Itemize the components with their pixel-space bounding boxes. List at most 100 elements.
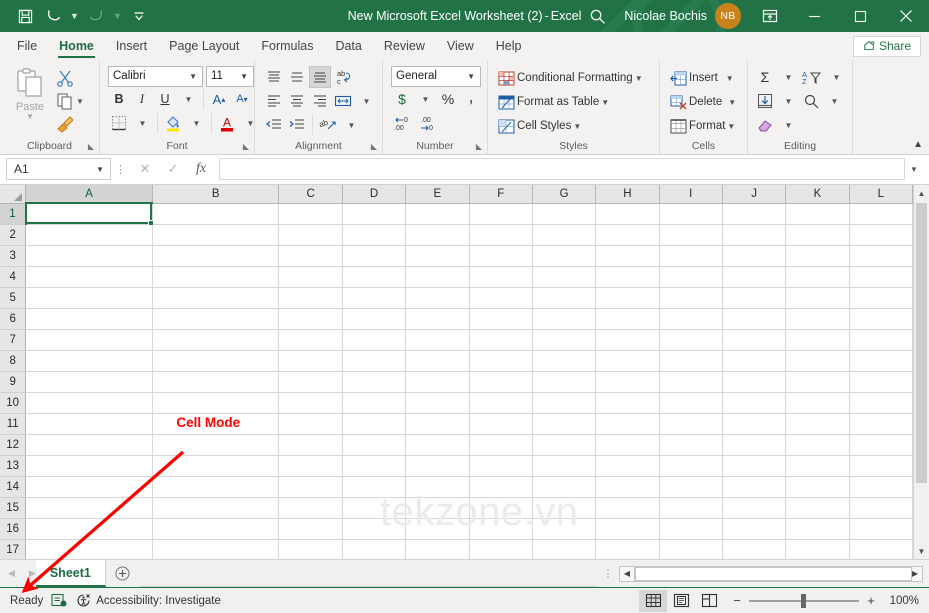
cell-H1[interactable] (596, 203, 659, 224)
cell-B12[interactable] (152, 434, 279, 455)
cell-C3[interactable] (279, 245, 342, 266)
cell-D5[interactable] (342, 287, 405, 308)
cell-A8[interactable] (26, 350, 153, 371)
sheet-scroll-area[interactable]: ABCDEFGHIJKL 1234567891011121314151617 t… (0, 185, 913, 559)
cell-E5[interactable] (406, 287, 469, 308)
row-header-11[interactable]: 11 (0, 413, 26, 434)
cell-A7[interactable] (26, 329, 153, 350)
cell-K8[interactable] (786, 350, 849, 371)
vertical-scroll-track[interactable] (914, 201, 929, 543)
cell-L9[interactable] (849, 371, 912, 392)
cell-I14[interactable] (659, 476, 722, 497)
cell-E7[interactable] (406, 329, 469, 350)
cell-B3[interactable] (152, 245, 279, 266)
cell-L8[interactable] (849, 350, 912, 371)
font-name-combo[interactable]: Calibri ▼ (108, 66, 203, 87)
cell-D15[interactable] (342, 497, 405, 518)
borders-button[interactable] (108, 112, 130, 134)
merge-dropdown[interactable]: ▼ (355, 90, 377, 112)
cell-F1[interactable] (469, 203, 532, 224)
number-dialog-launcher[interactable]: ◣ (476, 142, 482, 151)
cell-H11[interactable] (596, 413, 659, 434)
cell-B10[interactable] (152, 392, 279, 413)
increase-font-size-button[interactable]: A▴ (208, 88, 230, 110)
cell-D7[interactable] (342, 329, 405, 350)
cell-I2[interactable] (659, 224, 722, 245)
column-header-C[interactable]: C (279, 185, 342, 203)
cell-B6[interactable] (152, 308, 279, 329)
align-bottom-button[interactable] (309, 66, 331, 88)
copy-dropdown-caret[interactable]: ▼ (76, 97, 84, 106)
cell-K11[interactable] (786, 413, 849, 434)
cell-J12[interactable] (722, 434, 785, 455)
cell-D10[interactable] (342, 392, 405, 413)
cell-A10[interactable] (26, 392, 153, 413)
cell-J11[interactable] (722, 413, 785, 434)
percent-format-button[interactable]: % (437, 88, 459, 110)
cell-K15[interactable] (786, 497, 849, 518)
sort-filter-dropdown[interactable]: ▼ (825, 66, 847, 88)
cell-E13[interactable] (406, 455, 469, 476)
close-button[interactable] (883, 0, 929, 32)
cell-I12[interactable] (659, 434, 722, 455)
cell-G1[interactable] (532, 203, 595, 224)
search-button[interactable] (574, 8, 620, 25)
customize-qat-button[interactable] (126, 4, 152, 28)
cell-D9[interactable] (342, 371, 405, 392)
cell-J6[interactable] (722, 308, 785, 329)
cell-A14[interactable] (26, 476, 153, 497)
cell-L1[interactable] (849, 203, 912, 224)
column-header-A[interactable]: A (26, 185, 153, 203)
align-middle-button[interactable] (286, 66, 308, 88)
cell-C5[interactable] (279, 287, 342, 308)
cell-D11[interactable] (342, 413, 405, 434)
cell-E8[interactable] (406, 350, 469, 371)
cell-J4[interactable] (722, 266, 785, 287)
cell-E14[interactable] (406, 476, 469, 497)
paste-dropdown-caret[interactable]: ▼ (26, 113, 34, 120)
cell-K16[interactable] (786, 518, 849, 539)
cell-F14[interactable] (469, 476, 532, 497)
autosum-button[interactable]: Σ (754, 66, 776, 88)
cell-J13[interactable] (722, 455, 785, 476)
autosum-dropdown[interactable]: ▼ (777, 66, 799, 88)
fill-color-button[interactable] (162, 112, 184, 134)
cell-K12[interactable] (786, 434, 849, 455)
cell-F10[interactable] (469, 392, 532, 413)
cell-H6[interactable] (596, 308, 659, 329)
cell-I16[interactable] (659, 518, 722, 539)
cell-C8[interactable] (279, 350, 342, 371)
undo-dropdown[interactable]: ▼ (68, 4, 81, 28)
row-header-1[interactable]: 1 (0, 203, 26, 224)
align-center-button[interactable] (286, 90, 308, 112)
fill-button[interactable] (754, 90, 776, 112)
format-painter-button[interactable] (54, 113, 86, 135)
cell-J1[interactable] (722, 203, 785, 224)
cell-L5[interactable] (849, 287, 912, 308)
cell-F2[interactable] (469, 224, 532, 245)
tab-page-layout[interactable]: Page Layout (158, 32, 250, 60)
cell-G3[interactable] (532, 245, 595, 266)
cell-B15[interactable] (152, 497, 279, 518)
column-header-K[interactable]: K (786, 185, 849, 203)
cell-J8[interactable] (722, 350, 785, 371)
cell-L17[interactable] (849, 539, 912, 559)
cell-H13[interactable] (596, 455, 659, 476)
cell-A9[interactable] (26, 371, 153, 392)
cell-H3[interactable] (596, 245, 659, 266)
cell-D1[interactable] (342, 203, 405, 224)
cell-E1[interactable] (406, 203, 469, 224)
cell-D16[interactable] (342, 518, 405, 539)
cell-C9[interactable] (279, 371, 342, 392)
find-select-dropdown[interactable]: ▼ (823, 90, 845, 112)
tab-formulas[interactable]: Formulas (250, 32, 324, 60)
cell-G4[interactable] (532, 266, 595, 287)
orientation-button[interactable]: ab (317, 114, 339, 136)
column-header-B[interactable]: B (152, 185, 279, 203)
cell-C4[interactable] (279, 266, 342, 287)
accounting-format-button[interactable]: $ (391, 88, 413, 110)
cell-L2[interactable] (849, 224, 912, 245)
cell-B2[interactable] (152, 224, 279, 245)
fill-color-dropdown[interactable]: ▼ (185, 112, 207, 134)
tab-insert[interactable]: Insert (105, 32, 158, 60)
